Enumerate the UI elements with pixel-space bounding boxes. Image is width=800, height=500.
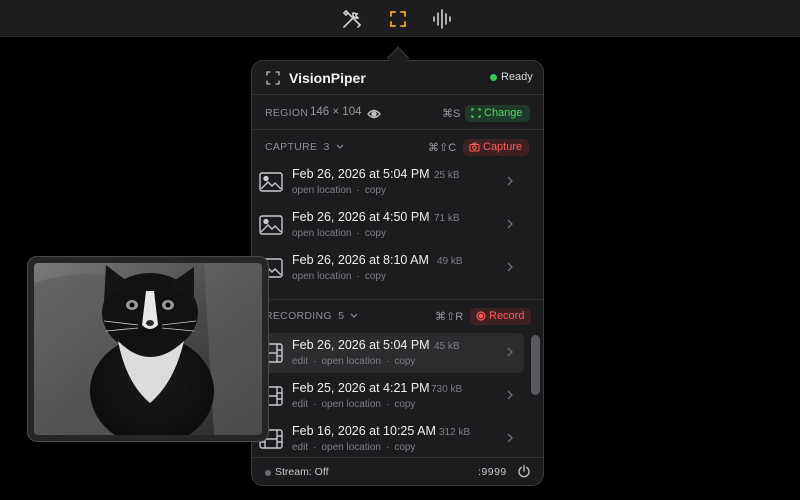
file-size: 25 kB (434, 170, 460, 181)
copy-link[interactable]: copy (365, 228, 386, 239)
capture-date: Feb 26, 2026 at 4:50 PM (292, 210, 430, 224)
chevron-down-icon (351, 313, 358, 318)
image-icon (259, 215, 283, 235)
chevron-right-icon (507, 262, 513, 272)
capture-item[interactable]: Feb 26, 2026 at 4:50 PM 71 kB open locat… (256, 205, 524, 245)
file-size: 71 kB (434, 213, 460, 224)
chevron-right-icon (507, 219, 513, 229)
port-label: :9999 (478, 466, 507, 478)
recording-item[interactable]: Feb 25, 2026 at 4:21 PM 730 kB edit · open… (256, 376, 524, 416)
capture-actions: open location · copy (292, 228, 386, 239)
recording-actions: edit · open location · copy (292, 399, 416, 410)
recording-date: Feb 26, 2026 at 5:04 PM (292, 338, 430, 352)
open-location-link[interactable]: open location (292, 228, 352, 239)
recording-header: RECORDING 5 ⌘⇧R Record (252, 300, 543, 330)
capture-date: Feb 26, 2026 at 5:04 PM (292, 167, 430, 181)
file-size: 49 kB (437, 256, 463, 267)
chevron-right-icon (507, 433, 513, 443)
status-indicator (490, 74, 497, 81)
region-label: REGION (265, 107, 309, 119)
change-label: Change (484, 107, 523, 119)
capture-actions: open location · copy (292, 271, 386, 282)
record-button[interactable]: Record (470, 308, 532, 325)
recording-label: RECORDING (265, 310, 332, 322)
chevron-right-icon (507, 390, 513, 400)
chevron-right-icon (507, 176, 513, 186)
tools-icon[interactable] (340, 7, 364, 31)
menu-bar (0, 0, 800, 37)
preview-window[interactable] (27, 256, 269, 442)
capture-shortcut: ⌘⇧C (428, 142, 457, 154)
stream-indicator (265, 470, 271, 476)
status-label: Ready (501, 71, 533, 83)
copy-link[interactable]: copy (365, 271, 386, 282)
chevron-down-icon (336, 144, 344, 149)
capture-section-toggle[interactable]: CAPTURE 3 (265, 141, 344, 153)
recording-date: Feb 25, 2026 at 4:21 PM (292, 381, 430, 395)
record-button-label: Record (489, 310, 525, 322)
open-location-link[interactable]: open location (321, 399, 381, 410)
capture-date: Feb 26, 2026 at 8:10 AM (292, 253, 429, 267)
recording-actions: edit · open location · copy (292, 356, 416, 367)
frame-select-icon[interactable] (386, 7, 410, 31)
open-location-link[interactable]: open location (292, 271, 352, 282)
app-popover: VisionPiper Ready REGION 146 × 104 ⌘S Ch… (251, 60, 544, 486)
preview-image (34, 263, 262, 435)
capture-button-label: Capture (483, 141, 523, 153)
popover-footer: Stream: Off :9999 (252, 457, 543, 485)
copy-link[interactable]: copy (365, 185, 386, 196)
recording-item[interactable]: Feb 16, 2026 at 10:25 AM 312 kB edit · ope… (256, 419, 524, 459)
chevron-right-icon (507, 347, 513, 357)
app-title: VisionPiper (289, 70, 366, 86)
scrollbar[interactable] (531, 335, 540, 395)
file-size: 312 kB (439, 427, 471, 438)
edit-link[interactable]: edit (292, 356, 308, 367)
stream-status[interactable]: Stream: Off (275, 466, 329, 478)
recording-actions: edit · open location · copy (292, 442, 416, 453)
capture-item[interactable]: Feb 26, 2026 at 5:04 PM 25 kB open locat… (256, 162, 524, 202)
copy-link[interactable]: copy (394, 442, 415, 453)
file-size: 730 kB (431, 384, 463, 395)
copy-link[interactable]: copy (394, 399, 415, 410)
power-icon[interactable] (517, 464, 531, 478)
open-location-link[interactable]: open location (321, 356, 381, 367)
copy-link[interactable]: copy (394, 356, 415, 367)
capture-button[interactable]: Capture (463, 139, 530, 156)
region-size: 146 × 104 (310, 106, 362, 118)
change-region-button[interactable]: Change (465, 105, 530, 122)
frame-icon (265, 70, 281, 86)
edit-link[interactable]: edit (292, 442, 308, 453)
recording-section-toggle[interactable]: RECORDING 5 (265, 310, 358, 322)
edit-link[interactable]: edit (292, 399, 308, 410)
frame-icon (471, 108, 481, 118)
capture-header: CAPTURE 3 ⌘⇧C Capture (252, 131, 543, 161)
eye-icon[interactable] (367, 107, 381, 119)
capture-count: 3 (323, 141, 330, 153)
recording-count: 5 (338, 310, 345, 322)
open-location-link[interactable]: open location (321, 442, 381, 453)
capture-item[interactable]: Feb 26, 2026 at 8:10 AM 49 kB open locat… (256, 248, 524, 288)
capture-label: CAPTURE (265, 141, 318, 153)
waveform-icon[interactable] (430, 7, 454, 31)
image-icon (259, 172, 283, 192)
recording-date: Feb 16, 2026 at 10:25 AM (292, 424, 436, 438)
recording-shortcut: ⌘⇧R (435, 311, 464, 323)
recording-item[interactable]: Feb 26, 2026 at 5:04 PM 45 kB edit · open … (256, 333, 524, 373)
region-shortcut: ⌘S (442, 108, 461, 120)
record-icon (476, 311, 486, 321)
capture-actions: open location · copy (292, 185, 386, 196)
camera-icon (469, 142, 480, 152)
region-row: REGION 146 × 104 ⌘S Change (252, 96, 543, 130)
open-location-link[interactable]: open location (292, 185, 352, 196)
file-size: 45 kB (434, 341, 460, 352)
